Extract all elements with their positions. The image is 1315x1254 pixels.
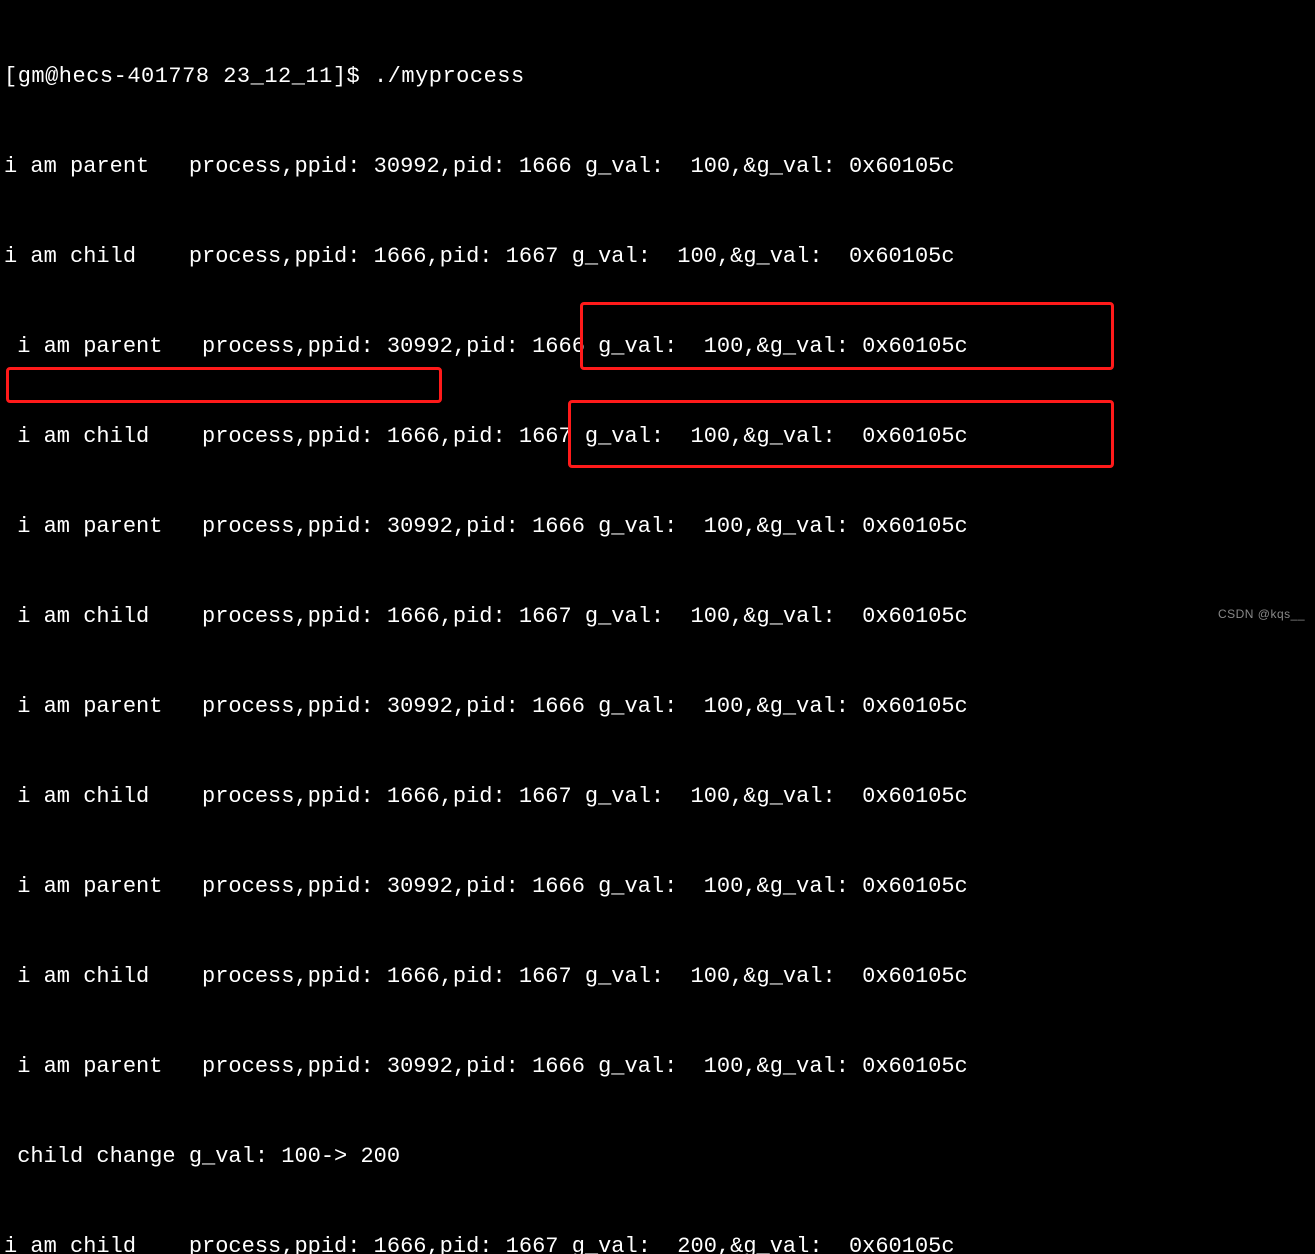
output-line: i am child process,ppid: 1666,pid: 1667 … [4,602,1311,632]
terminal-output: [gm@hecs-401778 23_12_11]$ ./myprocess i… [0,0,1315,1254]
output-line: i am parent process,ppid: 30992,pid: 166… [4,1052,1311,1082]
output-line: i am child process,ppid: 1666,pid: 1667 … [4,1232,1311,1254]
shell-prompt-line: [gm@hecs-401778 23_12_11]$ ./myprocess [4,62,1311,92]
output-line: i am parent process,ppid: 30992,pid: 166… [4,692,1311,722]
output-line: i am child process,ppid: 1666,pid: 1667 … [4,242,1311,272]
output-line: i am parent process,ppid: 30992,pid: 166… [4,872,1311,902]
watermark: CSDN @kqs__ [1218,607,1305,621]
output-line: child change g_val: 100-> 200 [4,1142,1311,1172]
output-line: i am parent process,ppid: 30992,pid: 166… [4,332,1311,362]
output-line: i am parent process,ppid: 30992,pid: 166… [4,512,1311,542]
output-line: i am child process,ppid: 1666,pid: 1667 … [4,962,1311,992]
output-line: i am parent process,ppid: 30992,pid: 166… [4,152,1311,182]
output-line: i am child process,ppid: 1666,pid: 1667 … [4,422,1311,452]
output-line: i am child process,ppid: 1666,pid: 1667 … [4,782,1311,812]
